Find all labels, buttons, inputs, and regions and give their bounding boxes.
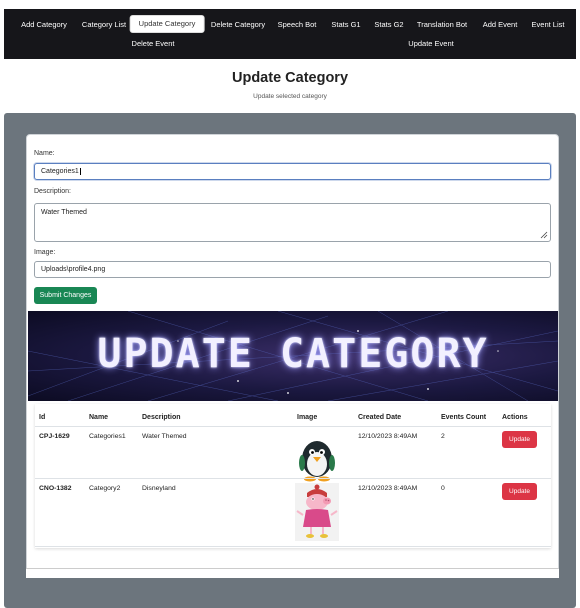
update-button[interactable]: Update bbox=[502, 431, 537, 448]
nav-delete-category[interactable]: Delete Category bbox=[211, 20, 265, 30]
name-input-value: Categories1 bbox=[41, 168, 79, 175]
cell-created-date: 12/10/2023 8:49AM bbox=[358, 485, 418, 492]
nav-stats-g2[interactable]: Stats G2 bbox=[374, 20, 403, 30]
nav-translation-bot[interactable]: Translation Bot bbox=[417, 20, 467, 30]
col-header-events-count: Events Count bbox=[441, 414, 487, 421]
cell-description: Disneyland bbox=[142, 485, 176, 492]
submit-changes-button[interactable]: Submit Changes bbox=[34, 287, 97, 304]
update-button[interactable]: Update bbox=[502, 483, 537, 500]
nav-stats-g1[interactable]: Stats G1 bbox=[331, 20, 360, 30]
description-value: Water Themed bbox=[41, 209, 87, 216]
cell-name: Categories1 bbox=[89, 433, 126, 440]
top-navbar: Add Category Category List Update Catego… bbox=[4, 9, 576, 59]
category-table: Id Name Description Image Created Date E… bbox=[35, 404, 551, 548]
cell-events-count: 2 bbox=[441, 433, 445, 440]
cell-id: CPJ-1629 bbox=[39, 433, 70, 440]
col-header-created-date: Created Date bbox=[358, 414, 402, 421]
nav-add-category[interactable]: Add Category bbox=[21, 20, 67, 30]
page-title: Update Category bbox=[231, 70, 349, 86]
nav-event-list[interactable]: Event List bbox=[532, 20, 565, 30]
col-header-actions: Actions bbox=[502, 414, 528, 421]
nav-add-event[interactable]: Add Event bbox=[483, 20, 518, 30]
nav-delete-event[interactable]: Delete Event bbox=[132, 39, 175, 49]
nav-category-list[interactable]: Category List bbox=[82, 20, 126, 30]
image-label: Image: bbox=[34, 249, 56, 256]
col-header-description: Description bbox=[142, 414, 181, 421]
description-label: Description: bbox=[34, 188, 71, 195]
text-caret bbox=[79, 168, 81, 175]
banner-title: UPDATE CATEGORY bbox=[97, 331, 489, 377]
cell-description: Water Themed bbox=[142, 433, 187, 440]
cell-name: Category2 bbox=[89, 485, 121, 492]
penguin-image-icon bbox=[299, 441, 335, 482]
cell-created-date: 12/10/2023 8:49AM bbox=[358, 433, 418, 440]
nav-update-event[interactable]: Update Event bbox=[408, 39, 453, 49]
name-label: Name: bbox=[34, 150, 55, 157]
page-subtitle: Update selected category bbox=[253, 93, 327, 100]
card-footer bbox=[26, 568, 559, 578]
image-input[interactable]: Uploads\profile4.png bbox=[34, 261, 551, 278]
col-header-id: Id bbox=[39, 414, 46, 421]
nav-speech-bot[interactable]: Speech Bot bbox=[278, 20, 317, 30]
cell-events-count: 0 bbox=[441, 485, 445, 492]
row-divider bbox=[35, 546, 551, 547]
name-input[interactable]: Categories1 bbox=[34, 163, 551, 180]
nav-update-category[interactable]: Update Category bbox=[129, 15, 205, 33]
banner-image: UPDATE CATEGORY bbox=[28, 311, 558, 401]
header-divider bbox=[35, 426, 551, 427]
cell-id: CNO-1382 bbox=[39, 485, 72, 492]
col-header-image: Image bbox=[297, 414, 318, 421]
peppa-pig-image-icon bbox=[295, 483, 339, 541]
row-divider bbox=[35, 478, 551, 479]
description-textarea[interactable]: Water Themed bbox=[34, 203, 551, 242]
col-header-name: Name bbox=[89, 414, 109, 421]
resize-handle-icon[interactable] bbox=[540, 231, 548, 239]
